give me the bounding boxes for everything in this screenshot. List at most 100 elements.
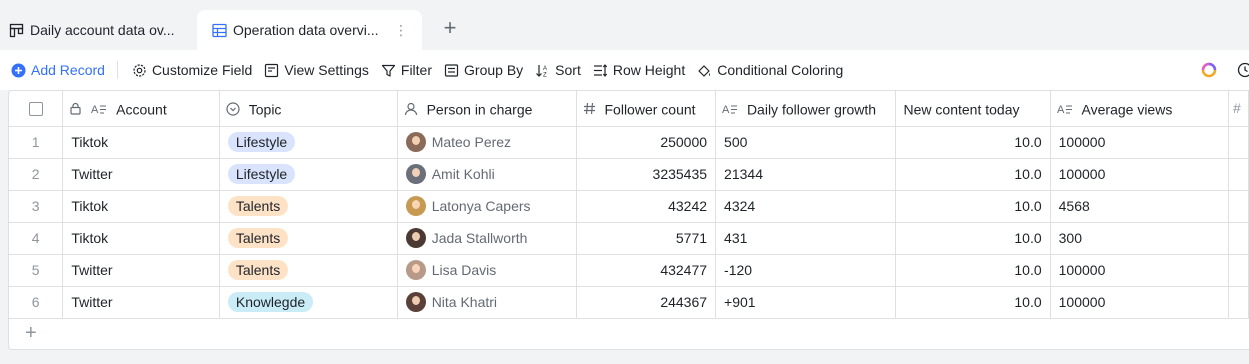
cell-new-content-today[interactable]: 10.0 — [895, 254, 1051, 287]
table-row[interactable]: 3 Tiktok Talents Latonya Capers 43242 43… — [9, 190, 1249, 223]
cell-topic[interactable]: Knowlegde — [219, 286, 398, 319]
cell-account[interactable]: Twitter — [62, 158, 220, 191]
row-number: 3 — [9, 190, 64, 223]
cell-follower-count[interactable]: 3235435 — [576, 158, 717, 191]
add-row-button[interactable]: + — [9, 319, 1249, 349]
cell-daily-follower-growth[interactable]: 500 — [715, 126, 896, 159]
avatar — [405, 164, 426, 184]
conditional-coloring-button[interactable]: Conditional Coloring — [691, 56, 849, 84]
avatar — [405, 196, 426, 216]
cell-person[interactable]: Lisa Davis — [397, 254, 577, 287]
gear-icon — [133, 63, 146, 77]
cell-topic[interactable]: Lifestyle — [219, 126, 398, 159]
cell-daily-follower-growth[interactable]: 21344 — [715, 158, 896, 191]
cell-average-views[interactable]: 100000 — [1050, 286, 1230, 319]
column-header-topic[interactable]: Topic — [219, 91, 398, 127]
cell-person[interactable]: Jada Stallworth — [397, 222, 577, 255]
tab-operation-data[interactable]: Operation data overvi... ⋮ — [197, 10, 422, 50]
table-row[interactable]: 6 Twitter Knowlegde Nita Khatri 244367 +… — [9, 286, 1249, 319]
table-row[interactable]: 5 Twitter Talents Lisa Davis 432477 -120… — [9, 254, 1249, 287]
tab-label: Daily account data ov... — [30, 22, 175, 38]
cell-overflow — [1228, 286, 1249, 319]
cell-overflow — [1228, 190, 1249, 223]
row-number: 6 — [9, 286, 64, 319]
add-view-button[interactable]: + — [440, 17, 460, 39]
view-settings-button[interactable]: View Settings — [258, 56, 375, 84]
person-name: Mateo Perez — [431, 134, 512, 150]
cell-average-views[interactable]: 300 — [1050, 222, 1230, 255]
cell-account[interactable]: Tiktok — [62, 126, 220, 159]
topic-tag: Knowlegde — [227, 292, 314, 312]
column-header-account[interactable]: A Account — [62, 91, 220, 127]
add-record-button[interactable]: Add Record — [0, 56, 111, 84]
cell-topic[interactable]: Talents — [219, 222, 398, 255]
cell-person[interactable]: Nita Khatri — [397, 286, 577, 319]
cell-new-content-today[interactable]: 10.0 — [895, 190, 1051, 223]
tab-daily-account-data[interactable]: Daily account data ov... — [0, 10, 190, 50]
column-header-more[interactable]: # — [1228, 91, 1249, 127]
cell-new-content-today[interactable]: 10.0 — [895, 158, 1051, 191]
row-height-label: Row Height — [612, 62, 686, 78]
cell-account[interactable]: Twitter — [62, 286, 220, 319]
cell-account[interactable]: Tiktok — [62, 190, 220, 223]
sort-label: Sort — [555, 62, 581, 78]
cell-average-views[interactable]: 100000 — [1050, 158, 1230, 191]
sort-button[interactable]: AZ Sort — [529, 56, 587, 84]
cell-follower-count[interactable]: 432477 — [576, 254, 717, 287]
ai-assistant-icon[interactable] — [1201, 62, 1217, 78]
cell-topic[interactable]: Lifestyle — [219, 158, 398, 191]
column-header-average-views[interactable]: A Average views — [1050, 91, 1230, 127]
cell-follower-count[interactable]: 250000 — [576, 126, 717, 159]
column-header-person[interactable]: Person in charge — [397, 91, 577, 127]
text-field-icon: A — [722, 102, 738, 115]
cell-follower-count[interactable]: 5771 — [576, 222, 717, 255]
column-header-new-content-today[interactable]: New content today — [895, 91, 1051, 127]
group-by-button[interactable]: Group By — [438, 56, 529, 84]
grid-table-icon — [211, 22, 227, 38]
cell-follower-count[interactable]: 43242 — [576, 190, 717, 223]
column-label: Person in charge — [426, 100, 533, 117]
toolbar-divider — [116, 61, 118, 79]
cell-person[interactable]: Mateo Perez — [397, 126, 577, 159]
cell-new-content-today[interactable]: 10.0 — [895, 126, 1051, 159]
text-field-icon: A — [91, 102, 107, 115]
customize-field-label: Customize Field — [151, 62, 253, 78]
group-icon — [444, 63, 459, 77]
cell-topic[interactable]: Talents — [219, 254, 398, 287]
table-row[interactable]: 1 Tiktok Lifestyle Mateo Perez 250000 50… — [9, 126, 1249, 159]
avatar — [405, 292, 426, 312]
cell-new-content-today[interactable]: 10.0 — [895, 222, 1051, 255]
avatar — [405, 228, 426, 248]
table-row[interactable]: 2 Twitter Lifestyle Amit Kohli 3235435 2… — [9, 158, 1249, 191]
cell-daily-follower-growth[interactable]: 4324 — [715, 190, 896, 223]
view-settings-icon — [265, 63, 279, 77]
cell-topic[interactable]: Talents — [219, 190, 398, 223]
cell-daily-follower-growth[interactable]: +901 — [715, 286, 896, 319]
column-header-daily-follower-growth[interactable]: A Daily follower growth — [715, 91, 896, 127]
more-vertical-icon[interactable]: ⋮ — [394, 22, 408, 39]
cell-overflow — [1228, 126, 1249, 159]
select-all-checkbox[interactable] — [28, 102, 43, 117]
cell-person[interactable]: Latonya Capers — [397, 190, 577, 223]
filter-button[interactable]: Filter — [375, 56, 438, 84]
person-icon — [404, 102, 418, 116]
cell-follower-count[interactable]: 244367 — [576, 286, 717, 319]
person-name: Latonya Capers — [431, 198, 531, 214]
customize-field-button[interactable]: Customize Field — [126, 56, 258, 84]
column-label: Follower count — [604, 100, 696, 117]
cell-average-views[interactable]: 100000 — [1050, 254, 1230, 287]
cell-person[interactable]: Amit Kohli — [397, 158, 577, 191]
cell-average-views[interactable]: 100000 — [1050, 126, 1230, 159]
view-toolbar: Add Record Customize Field View Settings… — [0, 50, 1249, 90]
data-grid: A Account Topic Person in charge Followe… — [8, 90, 1249, 350]
row-height-button[interactable]: Row Height — [587, 56, 691, 84]
cell-account[interactable]: Twitter — [62, 254, 220, 287]
cell-new-content-today[interactable]: 10.0 — [895, 286, 1051, 319]
cell-daily-follower-growth[interactable]: -120 — [715, 254, 896, 287]
history-icon[interactable] — [1237, 62, 1249, 78]
cell-average-views[interactable]: 4568 — [1050, 190, 1230, 223]
cell-daily-follower-growth[interactable]: 431 — [715, 222, 896, 255]
cell-account[interactable]: Tiktok — [62, 222, 220, 255]
column-header-follower-count[interactable]: Follower count — [576, 91, 717, 127]
table-row[interactable]: 4 Tiktok Talents Jada Stallworth 5771 43… — [9, 222, 1249, 255]
